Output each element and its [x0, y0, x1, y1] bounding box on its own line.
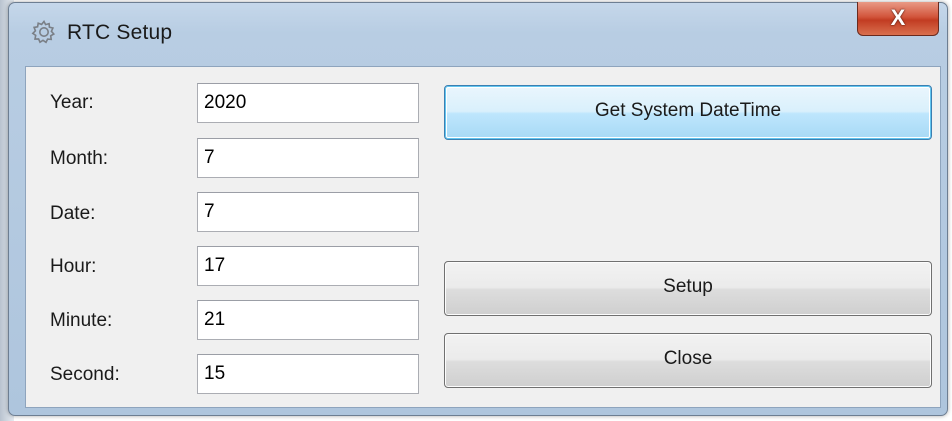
second-field[interactable] — [197, 354, 419, 394]
date-label: Date: — [50, 203, 96, 224]
month-field[interactable] — [197, 138, 419, 178]
setup-label: Setup — [663, 276, 713, 297]
dialog-client-area: Year: Month: Date: Hour: Minute: Second:… — [25, 66, 941, 408]
hour-label: Hour: — [50, 256, 97, 277]
close-label: Close — [663, 348, 713, 369]
rtc-setup-dialog: RTC Setup X Year: Month: Date: Hour: Min… — [8, 2, 948, 416]
second-label: Second: — [50, 364, 120, 385]
get-system-datetime-label: Get System DateTime — [594, 100, 782, 121]
year-field[interactable] — [197, 83, 419, 123]
close-icon: X — [890, 5, 906, 30]
title-bar[interactable]: RTC Setup X — [9, 2, 947, 63]
gear-icon — [31, 19, 57, 45]
year-label: Year: — [50, 92, 94, 113]
setup-button[interactable]: Setup — [444, 261, 932, 316]
get-system-datetime-button[interactable]: Get System DateTime — [444, 85, 932, 140]
minute-field[interactable] — [197, 300, 419, 340]
month-label: Month: — [50, 148, 109, 169]
hour-field[interactable] — [197, 246, 419, 286]
close-button[interactable]: Close — [444, 333, 932, 388]
window-title: RTC Setup — [67, 21, 173, 44]
date-field[interactable] — [197, 192, 419, 232]
close-window-button[interactable]: X — [857, 2, 939, 36]
minute-label: Minute: — [50, 310, 113, 331]
